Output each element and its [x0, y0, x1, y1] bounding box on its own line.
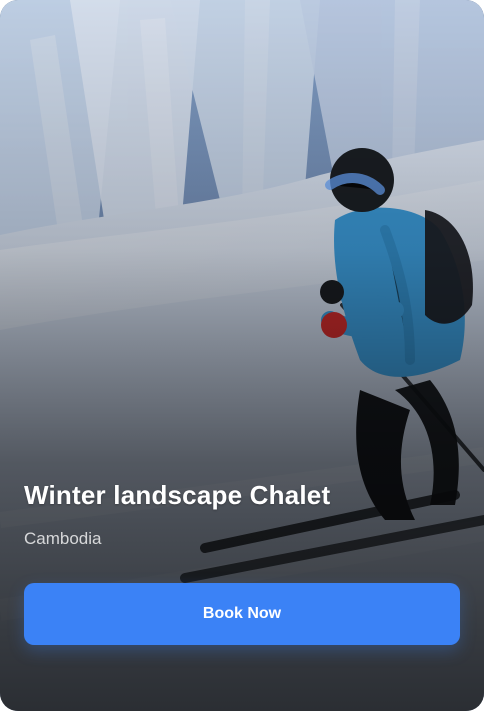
card-title: Winter landscape Chalet	[24, 480, 331, 511]
chalet-card: Winter landscape Chalet Cambodia Book No…	[0, 0, 484, 711]
card-content: Winter landscape Chalet Cambodia Book No…	[24, 480, 460, 645]
card-location: Cambodia	[24, 529, 102, 548]
book-now-button[interactable]: Book Now	[24, 583, 460, 645]
